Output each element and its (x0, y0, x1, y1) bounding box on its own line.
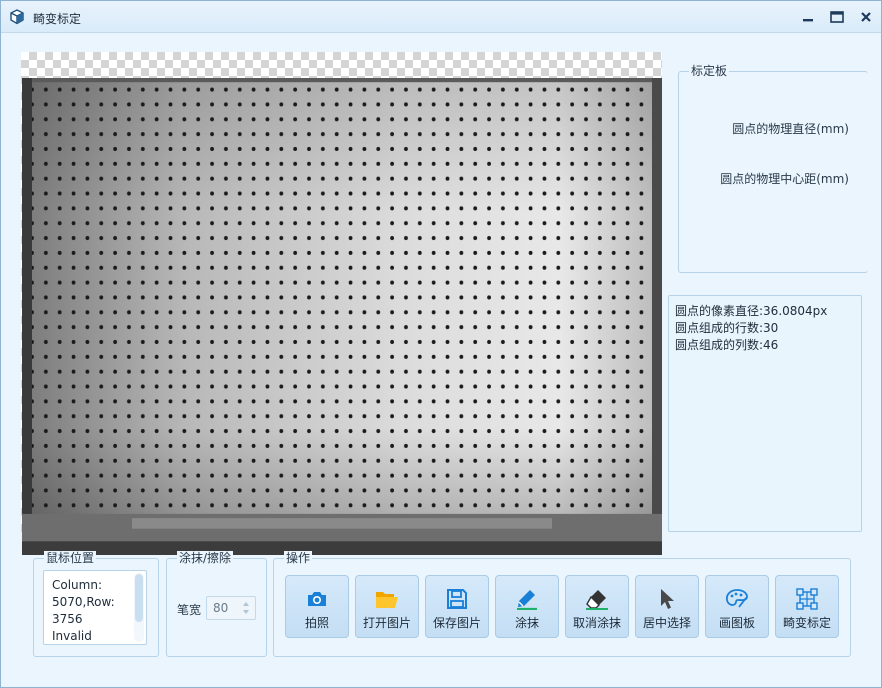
maximize-icon (830, 11, 844, 23)
pixel-diameter-text: 圆点的像素直径:36.0804px (675, 304, 828, 318)
open-image-button[interactable]: 打开图片 (355, 575, 419, 638)
capture-button[interactable]: 拍照 (285, 575, 349, 638)
save-icon (444, 586, 470, 612)
scrollbar[interactable] (134, 573, 144, 642)
save-image-button-label: 保存图片 (432, 616, 481, 630)
distortion-calibration-button[interactable]: 畸变标定 (775, 575, 839, 638)
paint-erase-group-title: 涂抹/擦除 (177, 551, 234, 565)
folder-open-icon (374, 586, 400, 612)
close-icon (861, 12, 871, 22)
center-select-button[interactable]: 居中选择 (635, 575, 699, 638)
pen-width-value: 80 (213, 601, 229, 615)
dot-diameter-label: 圆点的物理直径(mm) (732, 122, 849, 136)
pen-icon (514, 586, 540, 612)
column-count-text: 圆点组成的列数:46 (675, 338, 779, 352)
calibration-window: 畸变标定 标定板 圆点的物理直径(mm) 圆点的物理中心距(mm) 圆点的像素直… (0, 0, 882, 688)
cancel-paint-button-label: 取消涂抹 (572, 616, 621, 630)
palette-icon (724, 586, 750, 612)
mouse-position-line: Invalid (52, 629, 92, 643)
maximize-button[interactable] (826, 7, 848, 27)
calibration-board-group: 标定板 圆点的物理直径(mm) 圆点的物理中心距(mm) (678, 64, 868, 273)
calibration-board-group-title: 标定板 (689, 64, 730, 78)
eraser-icon (584, 586, 610, 612)
minimize-button[interactable] (797, 7, 819, 27)
open-image-button-label: 打开图片 (362, 616, 411, 630)
drawing-board-button-label: 画图板 (718, 616, 755, 630)
title-bar[interactable]: 畸变标定 (1, 1, 881, 33)
pen-width-label: 笔宽 (177, 603, 202, 617)
mouse-position-line: 3756 (52, 612, 83, 626)
row-count-text: 圆点组成的行数:30 (675, 321, 779, 335)
dot-spacing-label: 圆点的物理中心距(mm) (720, 172, 849, 186)
operations-group-title: 操作 (284, 551, 313, 565)
mouse-position-group-title: 鼠标位置 (44, 551, 97, 565)
calibration-board-image[interactable] (22, 78, 662, 555)
paint-button[interactable]: 涂抹 (495, 575, 559, 638)
mouse-position-textbox[interactable]: Column: 5070,Row: 3756 Invalid (43, 570, 147, 645)
spin-arrows-icon[interactable] (240, 599, 252, 617)
save-image-button[interactable]: 保存图片 (425, 575, 489, 638)
mouse-position-line: Column: (52, 578, 102, 592)
center-select-button-label: 居中选择 (642, 616, 691, 630)
cancel-paint-button[interactable]: 取消涂抹 (565, 575, 629, 638)
mouse-position-line: 5070,Row: (52, 595, 115, 609)
capture-button-label: 拍照 (304, 616, 329, 630)
window-title: 畸变标定 (33, 12, 82, 26)
result-info-panel: 圆点的像素直径:36.0804px 圆点组成的行数:30 圆点组成的列数:46 (668, 295, 862, 532)
image-view[interactable] (21, 52, 662, 555)
scrollbar-thumb[interactable] (135, 574, 143, 622)
cube-icon (10, 9, 24, 25)
minimize-icon (803, 19, 813, 22)
pen-width-spinbox[interactable]: 80 (206, 596, 256, 620)
paint-button-label: 涂抹 (514, 616, 539, 630)
calibration-grid-icon (794, 586, 820, 612)
cursor-arrow-icon (654, 586, 680, 612)
drawing-board-button[interactable]: 画图板 (705, 575, 769, 638)
distortion-calibration-button-label: 畸变标定 (782, 616, 831, 630)
camera-icon (304, 586, 330, 612)
close-button[interactable] (855, 7, 877, 27)
